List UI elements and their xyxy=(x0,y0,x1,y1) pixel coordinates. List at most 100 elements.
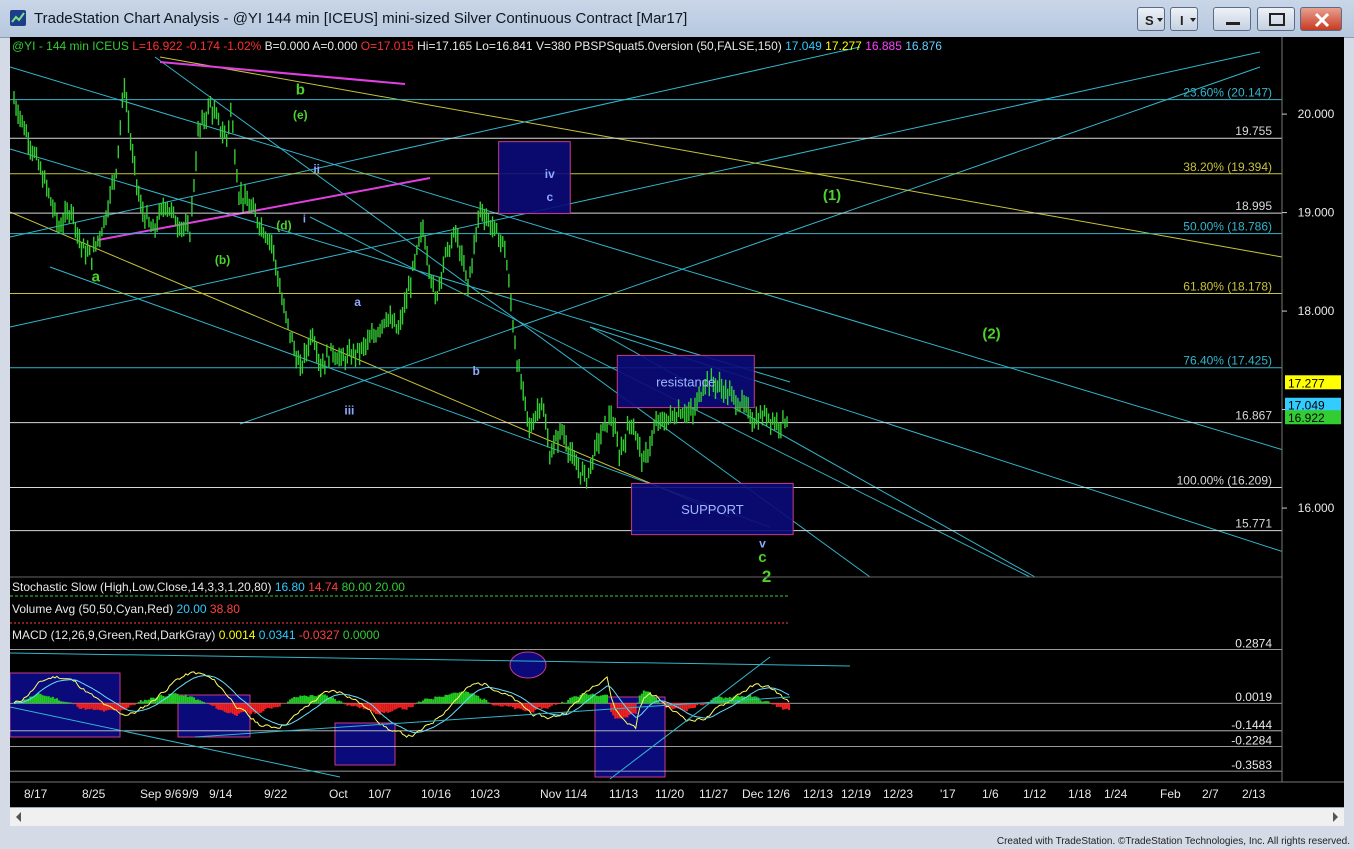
header-value: Hi=17.165 xyxy=(417,39,475,53)
close-button[interactable] xyxy=(1300,7,1342,31)
header-value: 17.049 xyxy=(785,39,825,53)
wave-label: iv xyxy=(545,167,555,181)
scroll-left-icon[interactable] xyxy=(16,812,21,822)
volume-legend: Volume Avg (50,50,Cyan,Red) 20.00 38.80 xyxy=(12,602,240,616)
time-axis-label: Sep 9/6 xyxy=(140,787,182,801)
macd-zone-box xyxy=(334,722,396,766)
price-axis-label: 16.000 xyxy=(1298,501,1335,515)
price-level-label: 100.00% (16.209) xyxy=(1177,473,1272,487)
tradestation-app-icon xyxy=(10,10,26,26)
time-axis-label: 11/13 xyxy=(609,787,638,801)
wave-label: c xyxy=(546,190,553,204)
title-bar: TradeStation Chart Analysis - @YI 144 mi… xyxy=(0,0,1354,38)
time-axis-label: 10/16 xyxy=(421,787,451,801)
header-value: V=380 xyxy=(536,39,574,53)
time-axis-label: 12/13 xyxy=(803,787,833,801)
macd-legend: MACD (12,26,9,Green,Red,DarkGray) 0.0014… xyxy=(12,628,380,642)
wave-label: a xyxy=(354,295,361,309)
header-value: 16.876 xyxy=(905,39,942,53)
price-axis-label: 18.000 xyxy=(1298,304,1335,318)
macd-level-label: -0.2284 xyxy=(1231,734,1272,748)
header-value: -0.174 xyxy=(186,39,223,53)
stochastic-legend-value: 16.80 xyxy=(275,580,308,594)
header-value: B=0.000 xyxy=(265,39,313,53)
stochastic-legend-value: 14.74 xyxy=(308,580,341,594)
price-level-label: 15.771 xyxy=(1235,517,1272,531)
price-level-label: 19.755 xyxy=(1235,124,1272,138)
time-axis-label: Oct xyxy=(329,787,348,801)
maximize-icon xyxy=(1269,13,1285,26)
time-axis-label: 12/23 xyxy=(883,787,913,801)
header-value: -1.02% xyxy=(223,39,264,53)
maximize-button[interactable] xyxy=(1257,7,1295,31)
macd-legend-value: MACD (12,26,9,Green,Red,DarkGray) xyxy=(12,628,219,642)
time-axis-label: 8/17 xyxy=(24,787,48,801)
header-value: 16.885 xyxy=(865,39,905,53)
horizontal-scrollbar[interactable] xyxy=(10,807,1344,826)
scroll-right-icon[interactable] xyxy=(1333,812,1338,822)
wave-label: (2) xyxy=(982,326,1000,343)
chart-header-info: @YI - 144 min ICEUS L=16.922 -0.174 -1.0… xyxy=(12,39,942,53)
minimize-button[interactable] xyxy=(1213,7,1251,31)
price-level-label: 38.20% (19.394) xyxy=(1183,160,1272,174)
header-value: PBSPSquat5.0version (50,FALSE,150) xyxy=(574,39,785,53)
svg-text:S: S xyxy=(1145,13,1154,28)
time-axis-label: 1/18 xyxy=(1068,787,1092,801)
price-level-label: 50.00% (18.786) xyxy=(1183,220,1272,234)
macd-legend-value: 0.0000 xyxy=(343,628,380,642)
wave-label: 2 xyxy=(762,567,771,586)
wave-label: (b) xyxy=(215,253,230,267)
price-level-label: 61.80% (18.178) xyxy=(1183,280,1272,294)
wave-label: b xyxy=(296,81,305,98)
stochastic-legend-value: 20.00 xyxy=(375,580,405,594)
wave-label: (e) xyxy=(293,108,308,122)
wave-label: a xyxy=(92,269,101,286)
close-icon xyxy=(1314,12,1330,28)
wave-label: c xyxy=(758,549,766,566)
stochastic-legend-value: 80.00 xyxy=(342,580,375,594)
price-level-label: 18.995 xyxy=(1235,199,1272,213)
time-axis-label: 2/7 xyxy=(1202,787,1219,801)
price-axis-label: 19.000 xyxy=(1298,206,1335,220)
time-axis-label: 11/27 xyxy=(699,787,728,801)
time-axis-label: 10/23 xyxy=(470,787,500,801)
zone-label: resistance xyxy=(656,374,715,389)
time-axis-label: 11/20 xyxy=(655,787,684,801)
wave-label: ii xyxy=(313,162,320,176)
time-axis-label: '17 xyxy=(940,787,956,801)
header-value: A=0.000 xyxy=(312,39,360,53)
price-chart[interactable]: 23.60% (20.147) 19.755 38.20% (19.394) 18.9… xyxy=(10,37,1344,807)
stochastic-legend-value: Stochastic Slow (High,Low,Close,14,3,3,1… xyxy=(12,580,275,594)
price-level-label: 16.867 xyxy=(1235,409,1272,423)
price-tag: 16.922 xyxy=(1288,411,1325,425)
time-axis-label: Nov 11/4 xyxy=(540,787,587,801)
time-axis-label: 9/14 xyxy=(209,787,233,801)
header-value: 17.277 xyxy=(825,39,865,53)
time-axis-label: 8/25 xyxy=(82,787,106,801)
time-axis-label: 12/19 xyxy=(841,787,871,801)
time-axis-label: 9/22 xyxy=(264,787,288,801)
header-value: L=16.922 xyxy=(132,39,186,53)
macd-level-label: 0.0019 xyxy=(1235,690,1272,704)
macd-level-label: -0.1444 xyxy=(1231,718,1272,732)
window-title: TradeStation Chart Analysis - @YI 144 mi… xyxy=(34,10,688,27)
price-tag: 17.277 xyxy=(1288,376,1325,390)
wave-label: (1) xyxy=(823,187,841,204)
macd-level-label: -0.3583 xyxy=(1231,758,1272,772)
macd-highlight-ellipse xyxy=(509,651,547,679)
macd-legend-value: 0.0014 xyxy=(219,628,259,642)
time-axis-label: 9/9 xyxy=(182,787,199,801)
volume-legend-value: 20.00 xyxy=(177,602,210,616)
wave-label: i xyxy=(303,213,306,225)
zone-label: SUPPORT xyxy=(681,502,744,517)
time-axis-label: Feb xyxy=(1160,787,1181,801)
chart-style-button[interactable]: S xyxy=(1137,7,1165,31)
volume-legend-value: Volume Avg (50,50,Cyan,Red) xyxy=(12,602,177,616)
wave-label: b xyxy=(472,364,479,378)
header-value: Lo=16.841 xyxy=(476,39,536,53)
s-menu-icon: S xyxy=(1145,13,1163,28)
time-axis-label: 10/7 xyxy=(368,787,392,801)
chart-menu-button[interactable]: I xyxy=(1170,7,1198,31)
price-level-label: 76.40% (17.425) xyxy=(1183,354,1272,368)
chart-area[interactable]: 23.60% (20.147) 19.755 38.20% (19.394) 18.9… xyxy=(10,37,1344,807)
